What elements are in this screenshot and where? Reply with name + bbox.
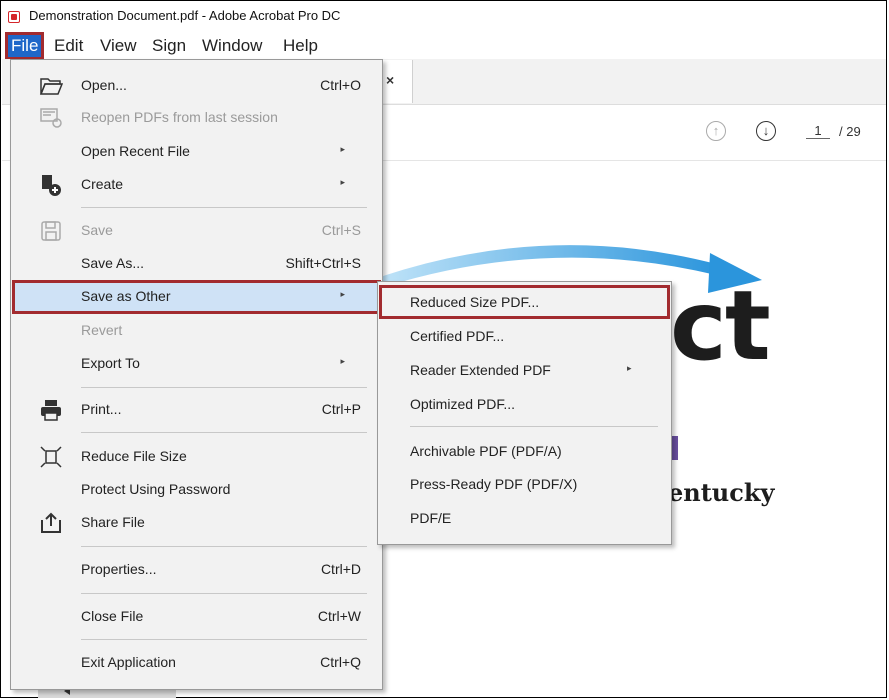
menu-item-share-file[interactable]: Share File bbox=[11, 507, 382, 539]
title-bar: Demonstration Document.pdf - Adobe Acrob… bbox=[2, 2, 886, 32]
menu-item-save[interactable]: Save Ctrl+S bbox=[11, 215, 382, 247]
menu-item-reduce-file-size[interactable]: Reduce File Size bbox=[11, 441, 382, 473]
submenu-item-archivable-pdf[interactable]: Archivable PDF (PDF/A) bbox=[378, 435, 671, 467]
submenu-arrow-icon: ▸ bbox=[340, 289, 345, 299]
menu-separator bbox=[81, 546, 367, 547]
share-icon bbox=[39, 511, 63, 535]
menu-item-properties[interactable]: Properties... Ctrl+D bbox=[11, 554, 382, 586]
menu-edit[interactable]: Edit bbox=[54, 36, 83, 56]
menu-window[interactable]: Window bbox=[202, 36, 262, 56]
menu-item-export-to[interactable]: Export To ▸ bbox=[11, 348, 382, 380]
reopen-icon bbox=[39, 106, 63, 130]
submenu-arrow-icon: ▸ bbox=[627, 363, 632, 373]
folder-open-icon bbox=[39, 74, 64, 98]
print-icon bbox=[39, 398, 63, 422]
menu-bar: File Edit View Sign Window Help bbox=[2, 32, 886, 60]
page-number-input[interactable]: 1 bbox=[806, 123, 830, 139]
menu-separator bbox=[81, 387, 367, 388]
menu-separator bbox=[410, 426, 658, 427]
menu-item-print[interactable]: Print... Ctrl+P bbox=[11, 394, 382, 426]
reduce-size-icon bbox=[39, 445, 63, 469]
document-heading-fragment: ct bbox=[670, 270, 771, 382]
menu-item-open-recent[interactable]: Open Recent File ▸ bbox=[11, 136, 382, 168]
submenu-item-certified-pdf[interactable]: Certified PDF... bbox=[378, 320, 671, 352]
menu-file[interactable]: File bbox=[4, 32, 45, 60]
submenu-item-press-ready-pdf[interactable]: Press-Ready PDF (PDF/X) bbox=[378, 468, 671, 500]
acrobat-app-icon bbox=[8, 11, 20, 23]
submenu-arrow-icon: ▸ bbox=[340, 356, 345, 366]
menu-item-revert[interactable]: Revert bbox=[11, 315, 382, 347]
menu-item-create[interactable]: Create ▸ bbox=[11, 169, 382, 201]
menu-view[interactable]: View bbox=[100, 36, 137, 56]
menu-separator bbox=[81, 639, 367, 640]
submenu-arrow-icon: ▸ bbox=[340, 144, 345, 154]
save-as-other-submenu: Reduced Size PDF... Certified PDF... Rea… bbox=[377, 281, 672, 545]
menu-item-reopen[interactable]: Reopen PDFs from last session bbox=[11, 102, 382, 134]
submenu-item-reduced-size-pdf[interactable]: Reduced Size PDF... bbox=[379, 285, 670, 319]
next-page-icon[interactable]: ↓ bbox=[756, 121, 776, 141]
close-tab-icon[interactable]: × bbox=[386, 72, 394, 88]
menu-item-exit[interactable]: Exit Application Ctrl+Q bbox=[11, 647, 382, 679]
submenu-item-reader-extended-pdf[interactable]: Reader Extended PDF ▸ bbox=[378, 354, 671, 386]
save-icon bbox=[39, 219, 63, 243]
menu-help[interactable]: Help bbox=[283, 36, 318, 56]
page-total: / 29 bbox=[839, 124, 861, 139]
previous-page-icon[interactable]: ↑ bbox=[706, 121, 726, 141]
submenu-item-pdf-e[interactable]: PDF/E bbox=[378, 502, 671, 534]
menu-sign[interactable]: Sign bbox=[152, 36, 186, 56]
submenu-item-optimized-pdf[interactable]: Optimized PDF... bbox=[378, 388, 671, 420]
submenu-arrow-icon: ▸ bbox=[340, 177, 345, 187]
create-icon bbox=[39, 173, 63, 197]
menu-item-close-file[interactable]: Close File Ctrl+W bbox=[11, 601, 382, 633]
menu-item-open[interactable]: Open... Ctrl+O bbox=[11, 70, 382, 102]
menu-separator bbox=[81, 432, 367, 433]
menu-item-save-as-other[interactable]: Save as Other ▸ bbox=[12, 280, 381, 314]
menu-item-save-as[interactable]: Save As... Shift+Ctrl+S bbox=[11, 248, 382, 280]
menu-separator bbox=[81, 593, 367, 594]
menu-item-protect-password[interactable]: Protect Using Password bbox=[11, 474, 382, 506]
document-subtitle-fragment: entucky bbox=[668, 478, 775, 507]
window-title: Demonstration Document.pdf - Adobe Acrob… bbox=[29, 8, 341, 23]
file-menu: Open... Ctrl+O Reopen PDFs from last ses… bbox=[10, 59, 383, 690]
menu-separator bbox=[81, 207, 367, 208]
